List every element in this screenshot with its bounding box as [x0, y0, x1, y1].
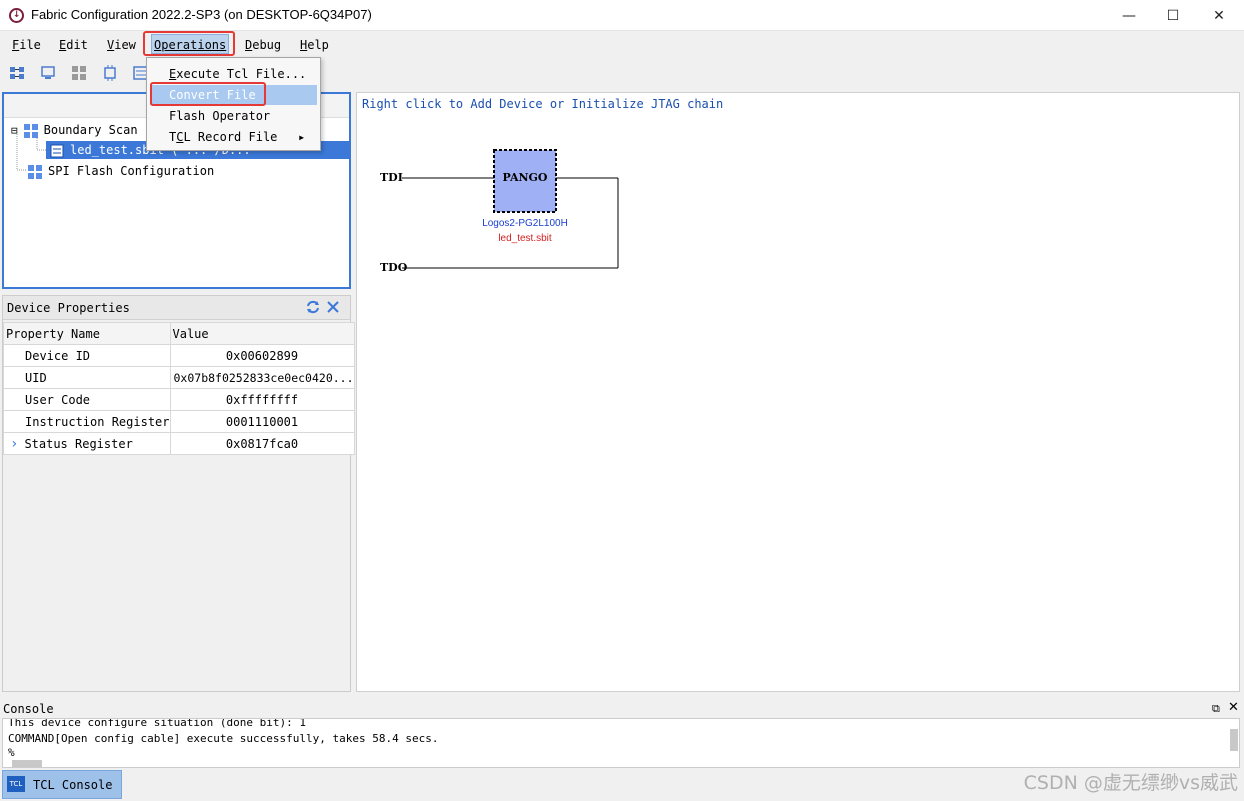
- maximize-button[interactable]: ☐: [1150, 0, 1196, 31]
- console-output[interactable]: This device configure situation (done bi…: [2, 718, 1240, 768]
- monitor-icon[interactable]: [40, 65, 56, 81]
- device-name-label: Logos2-PG2L100H: [482, 218, 568, 229]
- watermark: CSDN @虚无缥缈vs威武: [1023, 772, 1238, 794]
- tdo-label: TDO: [380, 261, 408, 274]
- close-panel-icon[interactable]: [327, 301, 339, 313]
- tree-node-label: Boundary Scan: [43, 123, 138, 137]
- menu-item-execute-tcl-file[interactable]: Execute Tcl File...: [150, 64, 317, 84]
- table-row[interactable]: Instruction Register 0001110001: [3, 410, 355, 433]
- console-line: %: [8, 746, 15, 759]
- table-header-row: Property Name Value: [3, 322, 355, 345]
- minimize-button[interactable]: —: [1106, 0, 1152, 31]
- title-bar: ↓ Fabric Configuration 2022.2-SP3 (on DE…: [0, 0, 1244, 31]
- tcl-icon: TCL: [7, 776, 25, 792]
- close-button[interactable]: ✕: [1196, 0, 1242, 31]
- console-label: Console: [3, 702, 54, 716]
- tree-node-label: SPI Flash Configuration: [48, 164, 215, 178]
- restore-panel-icon[interactable]: ⧉: [1212, 702, 1220, 716]
- property-name: Device ID: [3, 344, 171, 367]
- property-value: 0001110001: [169, 410, 355, 433]
- spi-flash-icon: [28, 164, 42, 179]
- table-row[interactable]: › Status Register 0x0817fca0: [3, 432, 355, 455]
- close-console-icon[interactable]: ✕: [1228, 700, 1239, 715]
- boundary-scan-icon: [23, 123, 38, 138]
- column-header-property-name[interactable]: Property Name: [3, 322, 171, 345]
- chip-icon[interactable]: [102, 65, 118, 81]
- tab-tcl-console[interactable]: TCL TCL Console: [2, 770, 122, 799]
- device-file-label: led_test.sbit: [498, 233, 552, 244]
- bitstream-file-icon: [50, 144, 64, 157]
- submenu-arrow-icon: ▸: [298, 130, 306, 144]
- property-name-cell: › Status Register: [3, 432, 171, 455]
- menu-file[interactable]: File: [10, 35, 43, 55]
- tree-node-spi-flash[interactable]: SPI Flash Configuration: [28, 162, 214, 180]
- property-name: Instruction Register: [3, 410, 171, 433]
- convert-file-highlight-box: [150, 82, 266, 106]
- menu-item-tcl-record-file[interactable]: TCL Record File ▸: [150, 127, 317, 147]
- property-value: 0x00602899: [169, 344, 355, 367]
- device-properties-header: Device Properties: [3, 296, 350, 320]
- menu-edit[interactable]: Edit: [57, 35, 90, 55]
- chip-label: PANGO: [502, 171, 548, 184]
- console-vertical-scrollbar[interactable]: [1230, 729, 1238, 751]
- operations-highlight-box: [143, 31, 235, 56]
- window-title: Fabric Configuration 2022.2-SP3 (on DESK…: [31, 7, 372, 22]
- console-horizontal-scrollbar[interactable]: [12, 760, 42, 767]
- property-value: 0x0817fca0: [169, 432, 355, 455]
- device-properties-panel: Device Properties Property Name Value De…: [2, 295, 355, 692]
- menu-help[interactable]: Help: [298, 35, 331, 55]
- property-name: UID: [3, 366, 171, 389]
- tab-label: TCL Console: [33, 778, 113, 792]
- console-line: COMMAND[Open config cable] execute succe…: [8, 732, 439, 745]
- property-value: 0xffffffff: [169, 388, 355, 411]
- jtag-chain-canvas[interactable]: Right click to Add Device or Initialize …: [356, 92, 1240, 692]
- power-download-icon: ↓: [9, 8, 24, 23]
- device-properties-title: Device Properties: [7, 301, 130, 315]
- collapse-icon[interactable]: ⊟: [11, 124, 18, 137]
- menu-view[interactable]: View: [105, 35, 138, 55]
- table-row[interactable]: Device ID 0x00602899: [3, 344, 355, 367]
- property-name: Status Register: [24, 436, 133, 451]
- console-line: This device configure situation (done bi…: [8, 718, 307, 729]
- jtag-chain-diagram: [402, 149, 619, 269]
- table-row[interactable]: UID 0x07b8f0252833ce0ec0420...: [3, 366, 355, 389]
- jtag-chain-icon[interactable]: [9, 65, 25, 81]
- column-header-value[interactable]: Value: [169, 322, 355, 345]
- tdi-label: TDI: [380, 171, 403, 184]
- tree-node-boundary-scan[interactable]: ⊟ Boundary Scan: [11, 121, 138, 139]
- refresh-icon[interactable]: [306, 300, 320, 314]
- expand-chevron-icon[interactable]: ›: [10, 436, 18, 452]
- menu-debug[interactable]: Debug: [243, 35, 283, 55]
- menu-item-flash-operator[interactable]: Flash Operator: [150, 106, 317, 126]
- property-value: 0x07b8f0252833ce0ec0420...: [169, 366, 355, 389]
- grid-icon[interactable]: [71, 65, 87, 81]
- device-properties-table: Property Name Value Device ID 0x00602899…: [3, 322, 355, 455]
- property-name: User Code: [3, 388, 171, 411]
- table-row[interactable]: User Code 0xffffffff: [3, 388, 355, 411]
